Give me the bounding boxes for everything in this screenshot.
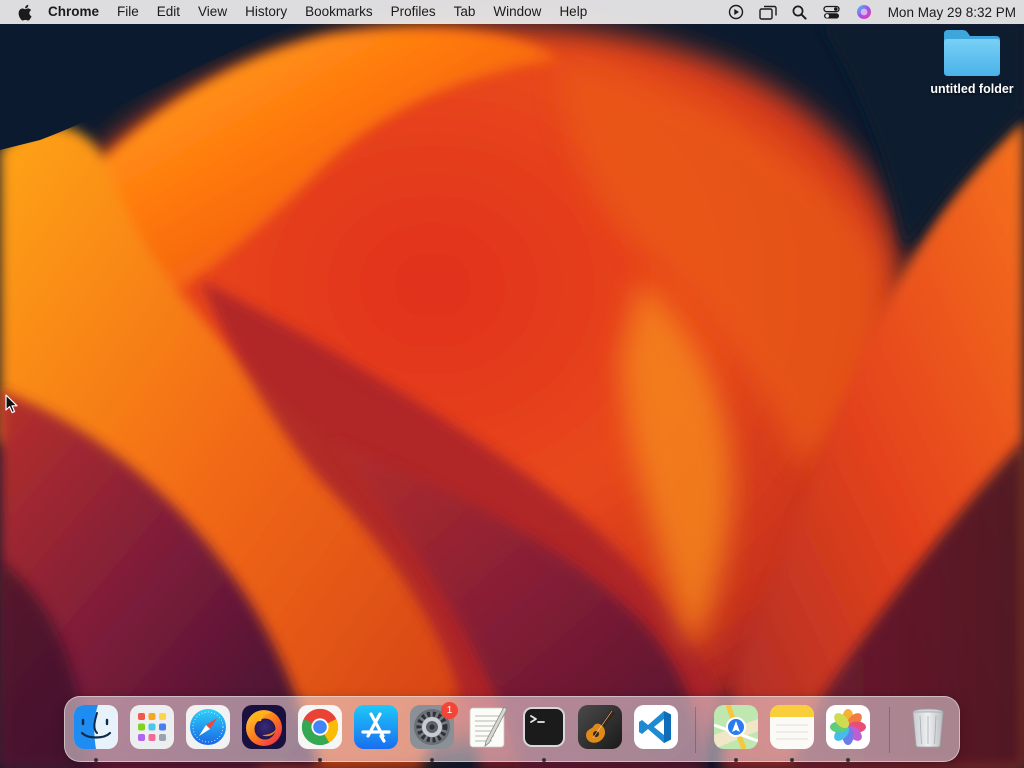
dock-item-trash[interactable] <box>905 704 951 756</box>
dock-item-photos[interactable] <box>825 704 871 762</box>
menubar-clock[interactable]: Mon May 29 8:32 PM <box>888 5 1016 20</box>
vscode-icon <box>634 705 678 749</box>
menu-edit[interactable]: Edit <box>148 0 189 24</box>
running-indicator <box>846 758 850 762</box>
running-indicator <box>542 758 546 762</box>
siri-icon[interactable] <box>853 0 875 24</box>
launchpad-icon <box>130 705 174 749</box>
app-menu-chrome[interactable]: Chrome <box>48 0 108 24</box>
finder-icon <box>74 705 118 749</box>
guitar-icon <box>578 705 622 749</box>
mouse-cursor-icon <box>5 394 18 414</box>
menu-profiles[interactable]: Profiles <box>382 0 445 24</box>
menu-file[interactable]: File <box>108 0 148 24</box>
dock-item-launchpad[interactable] <box>129 704 175 756</box>
dock-item-vscode[interactable] <box>633 704 679 756</box>
app-store-icon <box>354 705 398 749</box>
menu-help[interactable]: Help <box>550 0 596 24</box>
screen-mirroring-icon[interactable] <box>757 0 779 24</box>
menu-tab[interactable]: Tab <box>445 0 485 24</box>
wallpaper <box>0 0 1024 768</box>
dock-item-notes[interactable] <box>769 704 815 762</box>
photos-icon <box>826 705 870 749</box>
dock-item-chrome[interactable] <box>297 704 343 762</box>
running-indicator <box>790 758 794 762</box>
play-circle-icon[interactable] <box>725 0 747 24</box>
dock-item-app-store[interactable] <box>353 704 399 756</box>
dock-item-system-settings[interactable]: 1 <box>409 702 458 762</box>
dock: 1 <box>64 696 960 762</box>
menu-view[interactable]: View <box>189 0 236 24</box>
folder-label: untitled folder <box>930 82 1014 96</box>
chrome-icon <box>298 705 342 749</box>
menu-history[interactable]: History <box>236 0 296 24</box>
dock-item-maps[interactable] <box>713 704 759 762</box>
firefox-icon <box>242 705 286 749</box>
desktop-folder[interactable]: untitled folder <box>920 26 1024 96</box>
safari-icon <box>186 705 230 749</box>
notification-badge: 1 <box>441 702 458 719</box>
notes-icon <box>770 705 814 749</box>
running-indicator <box>318 758 322 762</box>
dock-item-firefox[interactable] <box>241 704 287 756</box>
menu-window[interactable]: Window <box>484 0 550 24</box>
terminal-icon <box>523 707 565 747</box>
folder-icon <box>944 30 1000 76</box>
dock-item-terminal[interactable] <box>521 704 567 762</box>
apple-menu-icon[interactable] <box>14 0 34 24</box>
dock-item-textedit[interactable] <box>465 704 511 756</box>
maps-icon <box>714 705 758 749</box>
running-indicator <box>734 758 738 762</box>
dock-item-garageband[interactable] <box>577 704 623 756</box>
dock-item-safari[interactable] <box>185 704 231 756</box>
desktop[interactable]: Chrome File Edit View History Bookmarks … <box>0 0 1024 768</box>
textedit-icon <box>469 706 508 748</box>
dock-item-finder[interactable] <box>73 704 119 762</box>
control-center-icon[interactable] <box>821 0 843 24</box>
spotlight-search-icon[interactable] <box>789 0 811 24</box>
dock-separator <box>889 707 890 753</box>
trash-icon <box>912 708 944 748</box>
running-indicator <box>430 758 434 762</box>
menu-bookmarks[interactable]: Bookmarks <box>296 0 382 24</box>
menu-bar: Chrome File Edit View History Bookmarks … <box>0 0 1024 24</box>
running-indicator <box>94 758 98 762</box>
dock-separator <box>695 707 696 753</box>
